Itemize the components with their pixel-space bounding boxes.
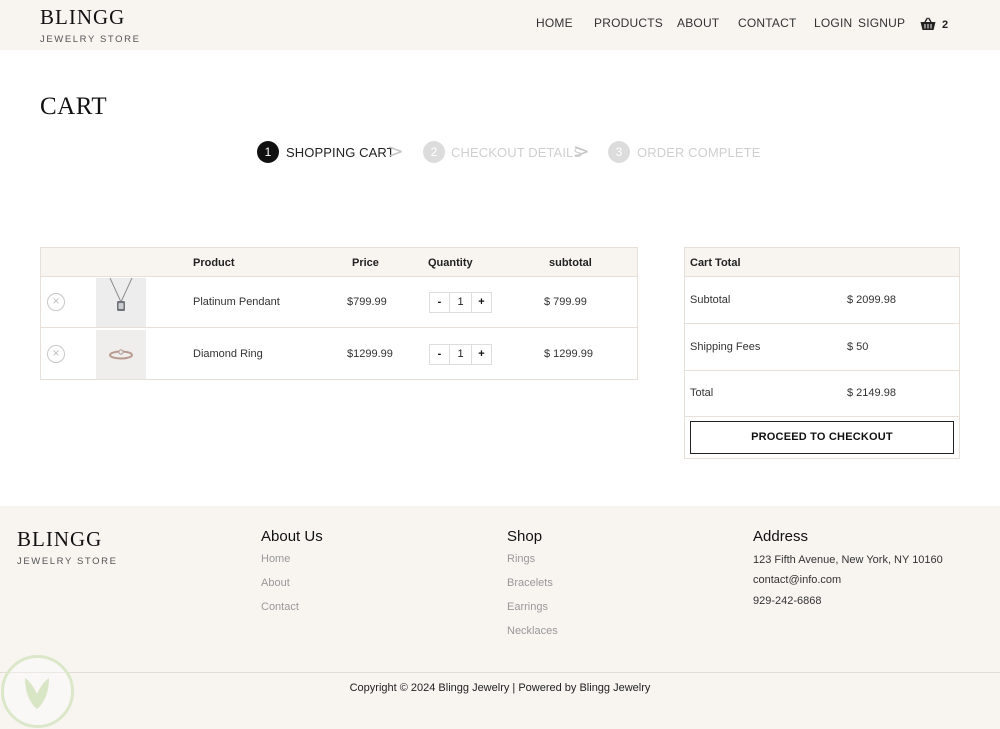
footer-address-column: Address [753,528,808,545]
total-row: Total $ 2149.98 [685,370,959,417]
cart-button[interactable]: 2 [920,17,954,33]
column-header-product: Product [193,257,235,269]
cart-total-panel: Cart Total Subtotal $ 2099.98 Shipping F… [684,247,960,459]
column-header-quantity: Quantity [428,257,473,269]
step-separator: > [387,139,404,163]
product-name[interactable]: Diamond Ring [193,348,263,360]
footer-brand-logo[interactable]: BLINGG JEWELRY STORE [17,528,118,567]
step-1-number: 1 [257,141,279,163]
step-2-number: 2 [423,141,445,163]
cart-table: Product Price Quantity subtotal × Platin… [40,247,638,380]
basket-icon [920,17,936,30]
step-3-number: 3 [608,141,630,163]
shipping-value: $ 50 [847,341,869,353]
footer-link-contact[interactable]: Contact [261,601,299,613]
copyright-text: Copyright © 2024 Blingg Jewelry | Powere… [349,682,651,694]
total-value: $ 2149.98 [847,387,896,399]
footer-link-home[interactable]: Home [261,553,290,565]
table-row: × Platinum Pendant $799.99 - 1 + $ 799.9… [41,277,637,328]
address-phone: 929-242-6868 [753,595,822,607]
table-row: × Diamond Ring $1299.99 - 1 + $ 1299.99 [41,329,637,380]
decrease-quantity-button[interactable]: - [429,344,450,365]
product-price: $1299.99 [347,348,393,360]
footer-shop-title: Shop [507,528,543,545]
column-header-subtotal: subtotal [549,257,592,269]
footer-address-title: Address [753,528,809,545]
product-name[interactable]: Platinum Pendant [193,296,280,308]
quantity-stepper: - 1 + [429,344,493,365]
subtotal-value: $ 2099.98 [847,294,896,306]
cart-total-header: Cart Total [685,248,959,277]
quantity-input[interactable]: 1 [450,344,471,365]
product-subtotal: $ 1299.99 [544,348,593,360]
footer-link-bracelets[interactable]: Bracelets [507,577,553,589]
cart-total-title: Cart Total [690,257,741,269]
step-2-label: CHECKOUT DETAILS [451,145,583,160]
site-footer: BLINGG JEWELRY STORE About Us Home About… [0,506,1000,729]
login-link[interactable]: LOGIN [814,16,852,30]
column-header-price: Price [352,257,379,269]
watermark-logo [1,655,74,728]
increase-quantity-button[interactable]: + [471,344,492,365]
address-street: 123 Fifth Avenue, New York, NY 10160 [753,554,943,566]
step-separator: > [573,139,590,163]
product-price: $799.99 [347,296,387,308]
footer-link-about[interactable]: About [261,577,290,589]
step-1-label[interactable]: SHOPPING CART [286,145,395,160]
footer-link-rings[interactable]: Rings [507,553,535,565]
remove-circle-icon[interactable]: × [47,293,65,311]
cart-count-badge: 2 [942,19,949,31]
footer-brand-name: BLINGG [17,527,103,551]
site-header: BLINGG JEWELRY STORE HOME PRODUCTS ABOUT… [0,0,1000,50]
page-title: CART [40,93,108,120]
footer-link-necklaces[interactable]: Necklaces [507,625,558,637]
main-nav: HOME PRODUCTS ABOUT CONTACT LOGIN SIGNUP [0,16,1000,32]
checkout-steps: 1 SHOPPING CART > 2 CHECKOUT DETAILS > 3… [0,139,1000,165]
nav-products[interactable]: PRODUCTS [594,16,663,30]
ring-image[interactable] [96,330,146,379]
quantity-stepper: - 1 + [429,292,493,313]
subtotal-label: Subtotal [690,294,731,306]
decrease-quantity-button[interactable]: - [429,292,450,313]
footer-link-earrings[interactable]: Earrings [507,601,548,613]
total-label: Total [690,387,714,399]
footer-brand-tagline: JEWELRY STORE [17,556,118,567]
product-subtotal: $ 799.99 [544,296,587,308]
step-3-label: ORDER COMPLETE [637,145,761,160]
nav-home[interactable]: HOME [536,16,573,30]
increase-quantity-button[interactable]: + [471,292,492,313]
shipping-row: Shipping Fees $ 50 [685,324,959,371]
pendant-image[interactable] [96,277,146,327]
table-header: Product Price Quantity subtotal [41,248,637,277]
signup-link[interactable]: SIGNUP [858,16,905,30]
footer-about-title: About Us [261,528,323,545]
shipping-label: Shipping Fees [690,341,761,353]
subtotal-row: Subtotal $ 2099.98 [685,277,959,324]
brand-tagline: JEWELRY STORE [40,34,141,45]
proceed-to-checkout-button[interactable]: PROCEED TO CHECKOUT [690,421,954,454]
address-email[interactable]: contact@info.com [753,574,841,586]
nav-about[interactable]: ABOUT [677,16,719,30]
remove-circle-icon[interactable]: × [47,345,65,363]
nav-contact[interactable]: CONTACT [738,16,797,30]
footer-shop-column: Shop [507,528,542,545]
footer-about-column: About Us [261,528,323,545]
quantity-input[interactable]: 1 [450,292,471,313]
footer-divider [0,672,1000,673]
